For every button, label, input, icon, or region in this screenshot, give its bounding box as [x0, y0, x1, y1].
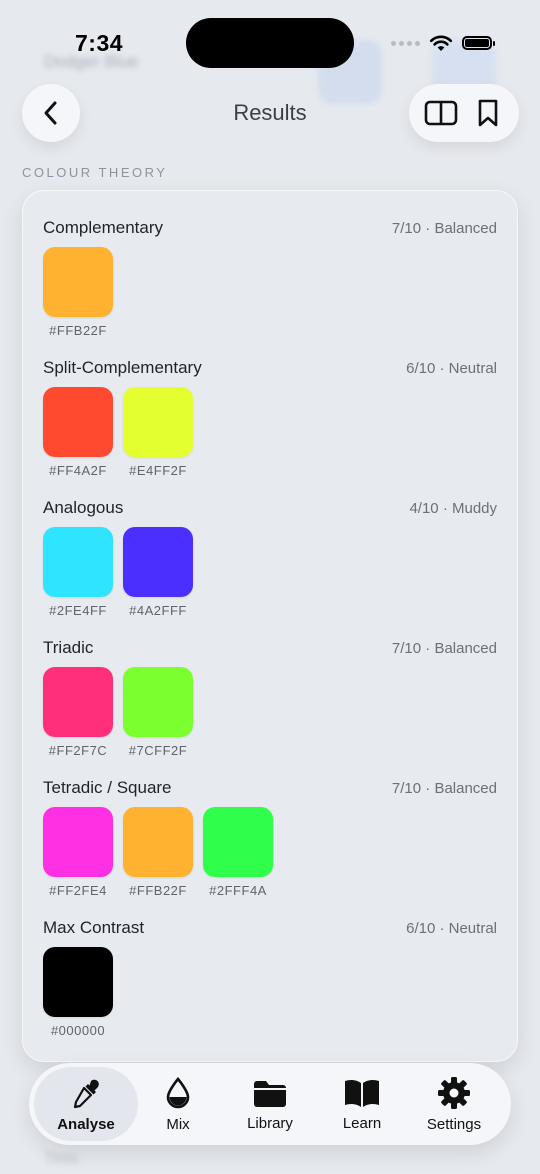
- scheme-name: Max Contrast: [43, 918, 145, 937]
- eyedropper-icon: [73, 1079, 99, 1108]
- hex-label: #4A2FFF: [129, 603, 187, 618]
- hex-label: #7CFF2F: [128, 743, 188, 758]
- swatch-row: #FF4A2F #E4FF2F: [43, 387, 497, 478]
- hex-label: #FFB22F: [49, 323, 107, 338]
- tab-mix[interactable]: Mix: [141, 1067, 215, 1141]
- scheme-section: Tetradic / Square 7/10 · Balanced #FF2FE4 #…: [43, 778, 497, 898]
- scheme-name: Complementary: [43, 218, 163, 237]
- color-swatch[interactable]: [43, 667, 113, 737]
- navigation-bar: Results: [0, 82, 540, 144]
- hex-label: #E4FF2F: [129, 463, 187, 478]
- colour-theory-card: Complementary 7/10 · Balanced #FFB22F Split…: [22, 190, 518, 1062]
- tab-learn[interactable]: Learn: [325, 1067, 399, 1141]
- color-swatch-item[interactable]: #7CFF2F: [123, 667, 193, 758]
- tab-bar: Analyse Mix Library Learn Settings: [29, 1063, 511, 1145]
- scheme-score: 4/10 · Muddy: [409, 500, 497, 517]
- scheme-section: Max Contrast 6/10 · Neutral #000000: [43, 918, 497, 1038]
- status-icons: [391, 34, 495, 52]
- tab-settings[interactable]: Settings: [415, 1067, 493, 1141]
- gear-icon: [438, 1076, 470, 1109]
- compare-button[interactable]: [421, 93, 461, 133]
- tab-library[interactable]: Library: [229, 1067, 311, 1141]
- scheme-score: 7/10 · Balanced: [391, 220, 497, 237]
- scheme-name: Tetradic / Square: [43, 778, 172, 797]
- color-swatch[interactable]: [203, 807, 273, 877]
- tab-label: Settings: [426, 1115, 482, 1133]
- background-tints-label: Tints: [44, 1150, 79, 1167]
- hex-label: #FF2F7C: [48, 743, 108, 758]
- scheme-name: Split-Complementary: [43, 358, 202, 377]
- scheme-section: Complementary 7/10 · Balanced #FFB22F: [43, 218, 497, 338]
- status-bar: 7:34: [0, 0, 540, 84]
- book-icon: [345, 1079, 379, 1107]
- swatch-row: #FF2FE4 #FFB22F #2FFF4A: [43, 807, 497, 898]
- scheme-section: Triadic 7/10 · Balanced #FF2F7C #7CFF2F: [43, 638, 497, 758]
- scheme-score: 7/10 · Balanced: [391, 640, 497, 657]
- hex-label: #2FE4FF: [49, 603, 107, 618]
- color-swatch-item[interactable]: #2FFF4A: [203, 807, 273, 898]
- bookmark-button[interactable]: [468, 93, 508, 133]
- scheme-header: Triadic 7/10 · Balanced: [43, 638, 497, 658]
- swatch-row: #FFB22F: [43, 247, 497, 338]
- scheme-score: 7/10 · Balanced: [391, 780, 497, 797]
- signal-icon: [391, 40, 420, 46]
- color-swatch-item[interactable]: #FFB22F: [43, 247, 113, 338]
- tab-label: Mix: [166, 1115, 190, 1133]
- scheme-header: Complementary 7/10 · Balanced: [43, 218, 497, 238]
- scheme-section: Split-Complementary 6/10 · Neutral #FF4A2F…: [43, 358, 497, 478]
- color-swatch-item[interactable]: #FF2F7C: [43, 667, 113, 758]
- color-swatch[interactable]: [43, 387, 113, 457]
- battery-icon: [462, 36, 495, 50]
- color-swatch[interactable]: [123, 807, 193, 877]
- status-time: 7:34: [75, 30, 124, 56]
- scheme-header: Split-Complementary 6/10 · Neutral: [43, 358, 497, 378]
- droplet-icon: [166, 1076, 190, 1108]
- scheme-name: Triadic: [43, 638, 94, 657]
- hex-label: #FF4A2F: [49, 463, 107, 478]
- color-swatch-item[interactable]: #000000: [43, 947, 113, 1038]
- scheme-name: Analogous: [43, 498, 124, 517]
- color-swatch[interactable]: [43, 947, 113, 1017]
- bookmark-icon: [478, 99, 497, 127]
- color-swatch[interactable]: [123, 667, 193, 737]
- section-label: COLOUR THEORY: [22, 165, 168, 180]
- swatch-row: #2FE4FF #4A2FFF: [43, 527, 497, 618]
- scheme-score: 6/10 · Neutral: [406, 360, 497, 377]
- color-swatch-item[interactable]: #FFB22F: [123, 807, 193, 898]
- scheme-header: Tetradic / Square 7/10 · Balanced: [43, 778, 497, 798]
- dynamic-island: [186, 18, 354, 68]
- color-swatch[interactable]: [123, 387, 193, 457]
- swatch-row: #000000: [43, 947, 497, 1038]
- tab-label: Learn: [342, 1114, 382, 1132]
- tab-label: Library: [247, 1114, 293, 1132]
- color-swatch-item[interactable]: #2FE4FF: [43, 527, 113, 618]
- color-swatch[interactable]: [43, 247, 113, 317]
- hex-label: #2FFF4A: [209, 883, 267, 898]
- header-actions: [409, 84, 519, 142]
- hex-label: #FF2FE4: [49, 883, 107, 898]
- swatch-row: #FF2F7C #7CFF2F: [43, 667, 497, 758]
- wifi-icon: [429, 35, 453, 51]
- tab-analyse[interactable]: Analyse: [34, 1067, 138, 1141]
- color-swatch[interactable]: [43, 527, 113, 597]
- split-view-icon: [424, 100, 457, 126]
- color-swatch-item[interactable]: #E4FF2F: [123, 387, 193, 478]
- folder-icon: [254, 1080, 286, 1107]
- hex-label: #000000: [50, 1023, 106, 1038]
- color-swatch[interactable]: [123, 527, 193, 597]
- hex-label: #FFB22F: [129, 883, 187, 898]
- color-swatch[interactable]: [43, 807, 113, 877]
- color-swatch-item[interactable]: #FF4A2F: [43, 387, 113, 478]
- tab-label: Analyse: [57, 1115, 115, 1133]
- scheme-score: 6/10 · Neutral: [406, 920, 497, 937]
- scheme-section: Analogous 4/10 · Muddy #2FE4FF #4A2FFF: [43, 498, 497, 618]
- scheme-header: Analogous 4/10 · Muddy: [43, 498, 497, 518]
- color-swatch-item[interactable]: #FF2FE4: [43, 807, 113, 898]
- scheme-header: Max Contrast 6/10 · Neutral: [43, 918, 497, 938]
- color-swatch-item[interactable]: #4A2FFF: [123, 527, 193, 618]
